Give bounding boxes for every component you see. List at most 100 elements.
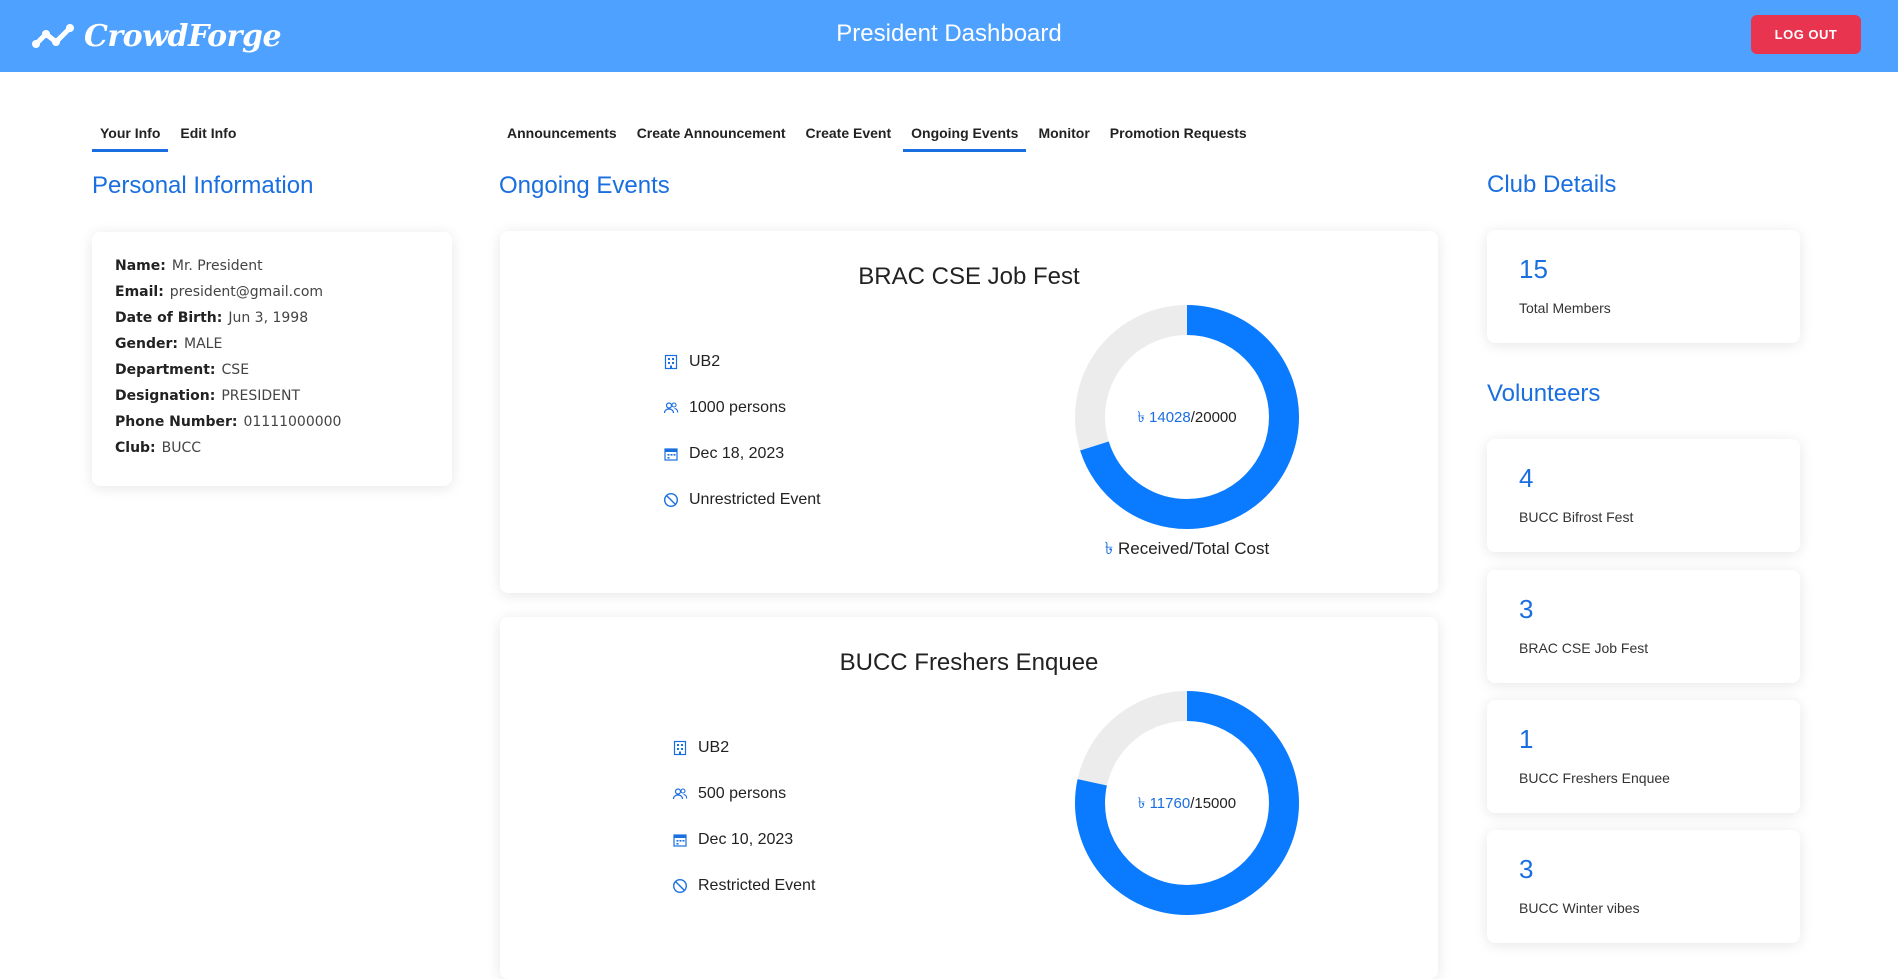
capacity-text: 1000 persons xyxy=(689,399,786,416)
stat-value: 4 xyxy=(1519,463,1534,493)
stat-value: 3 xyxy=(1519,594,1534,624)
ban-icon xyxy=(672,878,688,894)
event-venue: UB2 xyxy=(663,349,821,375)
logo-chart-icon xyxy=(32,24,74,48)
caption-text: Received/Total Cost xyxy=(1118,539,1270,558)
event-meta: UB2 1000 persons Dec 18, 2023 Unrestrict… xyxy=(663,349,821,513)
logout-button[interactable]: LOG OUT xyxy=(1751,15,1861,54)
tab-monitor[interactable]: Monitor xyxy=(1030,121,1097,152)
stat-value: 3 xyxy=(1519,854,1534,884)
info-email: Email: president@gmail.com xyxy=(115,284,429,300)
info-dob: Date of Birth: Jun 3, 1998 xyxy=(115,310,429,326)
donut-center-label: ৳ 11760/15000 xyxy=(1075,792,1299,817)
date-text: Dec 10, 2023 xyxy=(698,831,794,848)
building-icon xyxy=(673,740,687,756)
event-title: BRAC CSE Job Fest xyxy=(858,263,1080,290)
info-label: Department: xyxy=(115,362,216,378)
info-label: Designation: xyxy=(115,388,216,404)
info-gender: Gender: MALE xyxy=(115,336,429,352)
volunteer-card: 1 BUCC Freshers Enquee xyxy=(1487,700,1800,813)
tab-promotion-requests[interactable]: Promotion Requests xyxy=(1102,121,1255,152)
volunteer-card: 3 BRAC CSE Job Fest xyxy=(1487,570,1800,683)
info-value: Mr. President xyxy=(171,258,263,274)
volunteers-heading: Volunteers xyxy=(1487,380,1601,407)
taka-icon: ৳ xyxy=(1137,409,1145,426)
restriction-text: Unrestricted Event xyxy=(689,491,821,508)
stat-label: BUCC Winter vibes xyxy=(1519,900,1640,916)
volunteer-card: 3 BUCC Winter vibes xyxy=(1487,830,1800,943)
info-label: Gender: xyxy=(115,336,178,352)
ongoing-events-heading: Ongoing Events xyxy=(499,172,670,199)
stat-label: BUCC Bifrost Fest xyxy=(1519,509,1634,525)
tab-your-info[interactable]: Your Info xyxy=(92,121,169,152)
event-card: BRAC CSE Job Fest UB2 1000 persons Dec 1… xyxy=(500,231,1438,593)
top-bar: CrowdForge President Dashboard LOG OUT xyxy=(0,0,1898,72)
personal-info-heading: Personal Information xyxy=(92,172,314,199)
venue-text: UB2 xyxy=(689,353,721,370)
stat-value: 1 xyxy=(1519,724,1534,754)
ban-icon xyxy=(663,492,679,508)
event-card: BUCC Freshers Enquee UB2 500 persons Dec… xyxy=(500,617,1438,979)
tab-ongoing-events[interactable]: Ongoing Events xyxy=(903,121,1027,152)
calendar-icon xyxy=(664,448,678,461)
building-icon xyxy=(664,354,678,370)
volunteer-card: 4 BUCC Bifrost Fest xyxy=(1487,439,1800,552)
total-amount: /15000 xyxy=(1190,795,1237,812)
event-restriction: Unrestricted Event xyxy=(663,487,821,513)
info-phone: Phone Number: 01111000000 xyxy=(115,414,429,430)
info-value: CSE xyxy=(221,362,250,378)
event-meta: UB2 500 persons Dec 10, 2023 Restricted … xyxy=(672,735,815,899)
capacity-text: 500 persons xyxy=(698,785,787,802)
total-amount: /20000 xyxy=(1190,409,1237,426)
info-value: BUCC xyxy=(161,440,202,456)
info-designation: Designation: PRESIDENT xyxy=(115,388,429,404)
event-capacity: 1000 persons xyxy=(663,395,821,421)
event-date: Dec 10, 2023 xyxy=(672,827,815,853)
stat-card-total-members: 15 Total Members xyxy=(1487,230,1800,343)
page-title: President Dashboard xyxy=(836,20,1062,47)
event-date: Dec 18, 2023 xyxy=(663,441,821,467)
event-title: BUCC Freshers Enquee xyxy=(839,649,1099,676)
event-capacity: 500 persons xyxy=(672,781,815,807)
event-restriction: Restricted Event xyxy=(672,873,815,899)
calendar-icon xyxy=(673,834,687,847)
info-label: Name: xyxy=(115,258,166,274)
info-value: Jun 3, 1998 xyxy=(228,310,309,326)
info-department: Department: CSE xyxy=(115,362,429,378)
info-label: Club: xyxy=(115,440,156,456)
tab-create-announcement[interactable]: Create Announcement xyxy=(629,121,794,152)
tab-announcements[interactable]: Announcements xyxy=(499,121,625,152)
brand-logo[interactable]: CrowdForge xyxy=(30,14,282,58)
received-amount: 11760 xyxy=(1149,795,1191,812)
stat-label: Total Members xyxy=(1519,300,1611,316)
received-amount: 14028 xyxy=(1149,409,1191,426)
people-icon xyxy=(663,402,679,414)
logo-text: CrowdForge xyxy=(84,18,282,54)
info-label: Phone Number: xyxy=(115,414,238,430)
event-venue: UB2 xyxy=(672,735,815,761)
info-label: Date of Birth: xyxy=(115,310,223,326)
taka-icon: ৳ xyxy=(1137,795,1146,812)
main-tabs: Announcements Create Announcement Create… xyxy=(499,121,1259,152)
left-tabs: Your Info Edit Info xyxy=(92,121,248,152)
stat-label: BUCC Freshers Enquee xyxy=(1519,770,1670,786)
stat-label: BRAC CSE Job Fest xyxy=(1519,640,1649,656)
info-value: PRESIDENT xyxy=(221,388,301,404)
info-name: Name: Mr. President xyxy=(115,258,429,274)
donut-center-label: ৳ 14028/20000 xyxy=(1075,406,1299,431)
info-value: MALE xyxy=(183,336,223,352)
info-label: Email: xyxy=(115,284,164,300)
taka-icon: ৳ xyxy=(1104,539,1114,558)
people-icon xyxy=(672,788,688,800)
donut-caption: ৳ Received/Total Cost xyxy=(1027,536,1347,564)
info-value: 01111000000 xyxy=(243,414,342,430)
tab-create-event[interactable]: Create Event xyxy=(798,121,900,152)
venue-text: UB2 xyxy=(698,739,730,756)
tab-edit-info[interactable]: Edit Info xyxy=(172,121,244,152)
stat-value: 15 xyxy=(1519,254,1548,284)
info-club: Club: BUCC xyxy=(115,440,429,456)
club-details-heading: Club Details xyxy=(1487,171,1617,198)
restriction-text: Restricted Event xyxy=(698,877,816,894)
personal-info-card: Name: Mr. President Email: president@gmail… xyxy=(92,232,452,486)
date-text: Dec 18, 2023 xyxy=(689,445,785,462)
